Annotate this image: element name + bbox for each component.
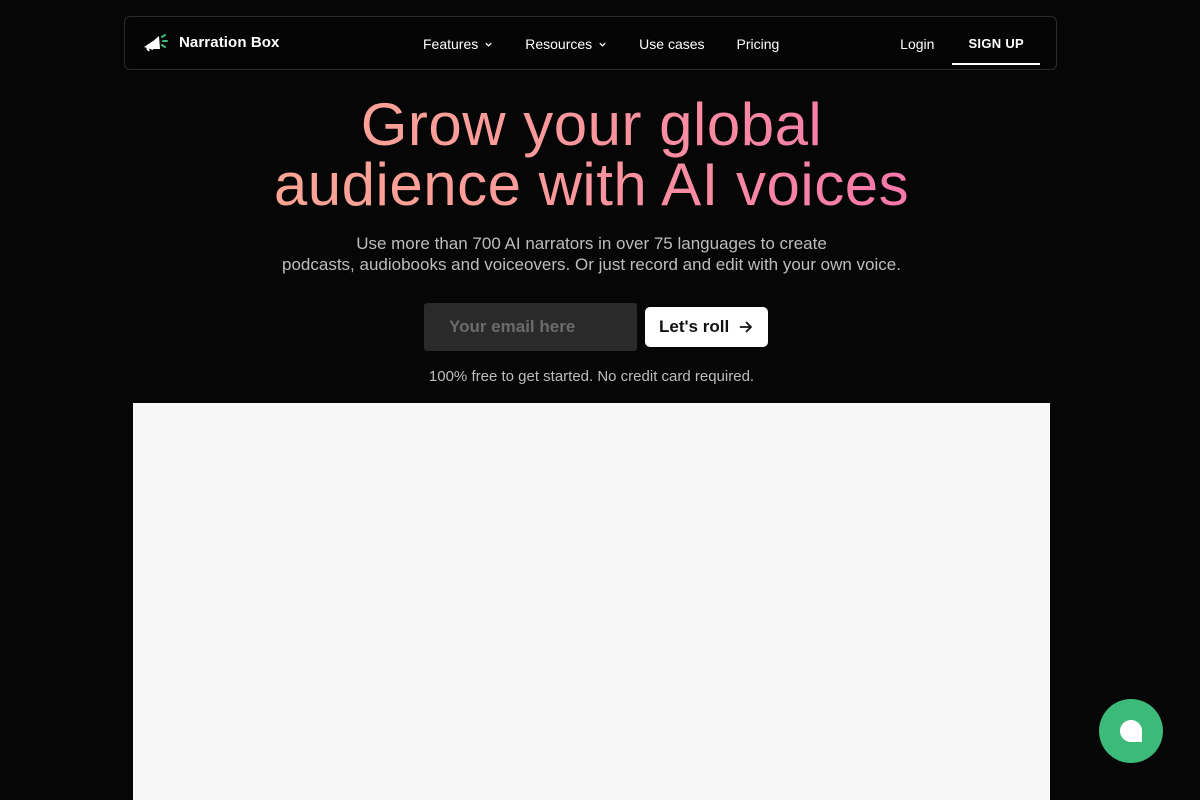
nav-item-label: Use cases	[639, 36, 705, 52]
hero-subtitle-line: Use more than 700 AI narrators in over 7…	[356, 234, 827, 253]
megaphone-icon	[144, 34, 168, 52]
login-link[interactable]: Login	[900, 36, 934, 52]
free-note: 100% free to get started. No credit card…	[428, 368, 755, 385]
nav-item-features[interactable]: Features	[423, 36, 493, 52]
email-input[interactable]	[424, 303, 637, 351]
brand-name: Narration Box	[179, 33, 280, 51]
nav-item-label: Features	[423, 36, 479, 52]
top-navbar: Narration Box Features Resources Use cas…	[124, 16, 1057, 70]
chat-bubble-icon	[1120, 720, 1142, 742]
chevron-down-icon	[599, 42, 606, 47]
nav-item-label: Pricing	[736, 36, 780, 52]
chat-launcher-button[interactable]	[1099, 699, 1163, 763]
nav-item-pricing[interactable]: Pricing	[737, 36, 780, 52]
nav-item-resources[interactable]: Resources	[525, 36, 607, 52]
hero-title-line: audience with AI voices	[273, 151, 910, 218]
lets-roll-button[interactable]: Let's roll	[645, 307, 769, 347]
nav-item-label: Resources	[525, 36, 593, 52]
main-nav: Features Resources Use cases Pricing	[423, 17, 811, 71]
auth-links: Login SIGN UP	[900, 17, 1040, 71]
brand-logo[interactable]: Narration Box	[143, 32, 280, 52]
lets-roll-label: Let's roll	[659, 317, 730, 336]
arrow-right-icon	[739, 321, 753, 333]
chevron-down-icon	[485, 42, 492, 47]
signup-form: Let's roll	[424, 303, 769, 351]
hero-subtitle: Use more than 700 AI narrators in over 7…	[0, 233, 1183, 275]
hero-subtitle-line: podcasts, audiobooks and voiceovers. Or …	[282, 255, 901, 274]
hero-title-line: Grow your global	[360, 91, 823, 158]
product-preview	[133, 403, 1050, 800]
signup-link[interactable]: SIGN UP	[952, 24, 1040, 65]
hero-title: Grow your global audience with AI voices	[0, 95, 1183, 215]
nav-item-use-cases[interactable]: Use cases	[639, 36, 704, 52]
